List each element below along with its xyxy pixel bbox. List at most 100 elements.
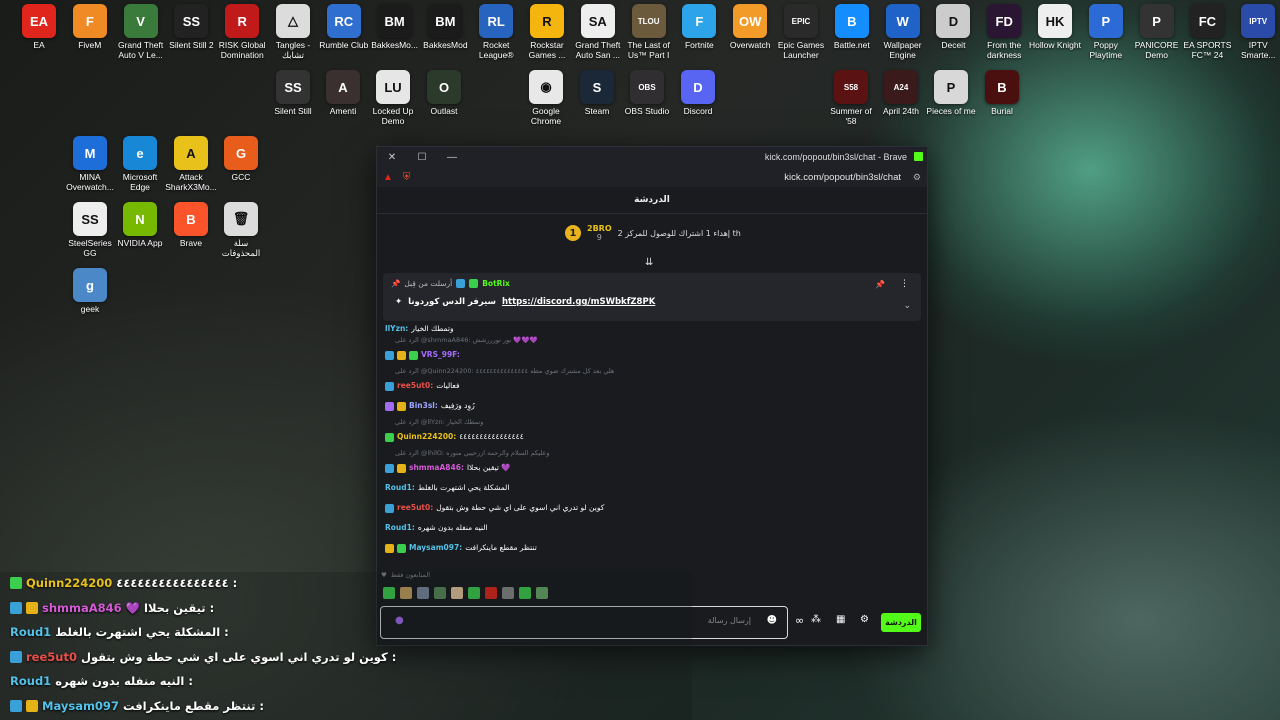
kick-points-icon[interactable]: ∞ [795, 614, 804, 627]
chat-username[interactable]: VRS_99F: [421, 350, 460, 360]
desktop-shortcut[interactable]: G GCC [214, 136, 268, 182]
chat-username[interactable]: Bin3sl: [409, 401, 438, 411]
desktop-shortcut[interactable]: g geek [63, 268, 117, 314]
chat-message[interactable]: llYzn: وتمطك الخيار [385, 323, 915, 334]
desktop-shortcut[interactable]: ◉ Google Chrome [519, 70, 573, 126]
desktop-shortcut[interactable]: OW Overwatch [723, 4, 777, 50]
desktop-shortcut[interactable]: M MINA Overwatch... [63, 136, 117, 192]
chevron-down-icon[interactable]: ⌄ [903, 301, 911, 311]
desktop-shortcut[interactable]: 🗑 سلة المحذوفات [214, 202, 268, 258]
desktop-shortcut-label: MINA Overwatch... [66, 172, 114, 192]
desktop-shortcut[interactable]: BM BakkesMod [418, 4, 472, 50]
collapse-arrow-icon[interactable]: ⇊ [645, 257, 653, 268]
emoji-picker-icon[interactable]: ☻ [767, 615, 777, 626]
badge-icon [385, 463, 394, 473]
desktop-shortcut[interactable]: HK Hollow Knight [1028, 4, 1082, 50]
desktop-shortcut[interactable]: F Fortnite [672, 4, 726, 50]
chat-username[interactable]: llYzn: [385, 324, 408, 334]
desktop-shortcut[interactable]: B Battle.net [825, 4, 879, 50]
desktop-shortcut[interactable]: D Discord [671, 70, 725, 116]
desktop-shortcut[interactable]: EA EA [12, 4, 66, 50]
desktop-shortcut[interactable]: SS Silent Still 2 [164, 4, 218, 50]
desktop-shortcut[interactable]: SS SteelSeries GG [63, 202, 117, 258]
desktop-shortcut[interactable]: △ Tangles - تشابك [266, 4, 320, 60]
chat-message[interactable]: Quinn224200: ٤٤٤٤٤٤٤٤٤٤٤٤٤٤٤٤ [385, 427, 915, 447]
chat-username[interactable]: Maysam097: [409, 543, 462, 553]
site-settings-icon[interactable]: ⚙ [913, 172, 921, 183]
chat-message[interactable]: VRS_99F: [385, 345, 915, 365]
gift-icon[interactable]: ▦ [836, 614, 845, 625]
goal-user: 2BRO [587, 224, 612, 233]
settings-icon[interactable]: ⚙ [860, 614, 869, 625]
desktop-shortcut[interactable]: e Microsoft Edge [113, 136, 167, 192]
desktop-shortcut-label: BakkesMod [423, 40, 468, 50]
desktop-shortcut[interactable]: RL Rocket League® [469, 4, 523, 60]
address-url[interactable]: kick.com/popout/bin3sl/chat [784, 172, 901, 183]
desktop-shortcut[interactable]: BM BakkesMo... [368, 4, 422, 50]
unpin-icon[interactable]: 📌 [875, 280, 885, 289]
poppy-icon: P [1088, 4, 1123, 38]
chat-text: المشكلة يحي اشتهرت بالغلط [417, 483, 510, 492]
chat-message[interactable]: Roud1: النيه منفله بدون شهره [385, 518, 915, 538]
chat-message[interactable]: shmmaA846: تيقين بحلاا 💜 [385, 458, 915, 478]
desktop-shortcut[interactable]: B Brave [164, 202, 218, 248]
desktop-shortcut[interactable]: LU Locked Up Demo [366, 70, 420, 126]
desktop-shortcut-label: Grand Theft Auto V Le... [117, 40, 164, 60]
more-options-icon[interactable]: ⋮ [900, 279, 909, 289]
address-bar[interactable]: ▲ ⛨ kick.com/popout/bin3sl/chat ⚙ [377, 167, 927, 187]
desktop-shortcut[interactable]: B Burial [975, 70, 1029, 116]
gift-goal-banner[interactable]: 1 2BRO 9 إهداء 1 اشتراك للوصول للمركز 2 … [565, 224, 741, 242]
chat-username[interactable]: Roud1: [385, 523, 415, 533]
desktop-shortcut[interactable]: F FiveM [63, 4, 117, 50]
desktop-shortcut[interactable]: A Attack SharkX3Mo... [164, 136, 218, 192]
chat-message[interactable]: Roud1: المشكلة يحي اشتهرت بالغلط [385, 478, 915, 498]
chat-message[interactable]: Bin3sl: رُوِد ورَفِيف [385, 396, 915, 416]
desktop-shortcut[interactable]: N NVIDIA App [113, 202, 167, 248]
send-chat-button[interactable]: الدردشة [881, 613, 921, 632]
desktop-shortcut[interactable]: EPIC Epic Games Launcher [774, 4, 828, 60]
desktop-shortcut[interactable]: S Steam [570, 70, 624, 116]
desktop-shortcut[interactable]: P PANICORE Demo [1130, 4, 1184, 60]
desktop-shortcut[interactable]: IPTV IPTV Smarte... [1231, 4, 1280, 60]
close-window-button[interactable]: ✕ [377, 152, 407, 163]
desktop-shortcut[interactable]: S58 Summer of '58 [824, 70, 878, 126]
desktop-shortcut[interactable]: A Amenti [316, 70, 370, 116]
minimize-window-button[interactable]: — [437, 152, 467, 163]
desktop-shortcut[interactable]: O Outlast [417, 70, 471, 116]
chat-username[interactable]: Quinn224200: [397, 432, 456, 442]
chat-username[interactable]: Roud1: [385, 483, 415, 493]
amenti-icon: A [326, 70, 360, 104]
chat-username[interactable]: shmmaA846: [409, 463, 464, 473]
desktop-shortcut[interactable]: A24 April 24th [874, 70, 928, 116]
chat-message[interactable]: ree5ut0: فعاليات [385, 376, 915, 396]
desktop-shortcut-label: Burial [991, 106, 1013, 116]
desktop-shortcut[interactable]: D Deceit [926, 4, 980, 50]
desktop-shortcut[interactable]: SS Silent Still [266, 70, 320, 116]
desktop-shortcut[interactable]: FD From the darkness [977, 4, 1031, 60]
pinned-author[interactable]: BotRix [482, 279, 510, 288]
desktop-shortcut[interactable]: R Rockstar Games ... [520, 4, 574, 60]
desktop-shortcut[interactable]: V Grand Theft Auto V Le... [114, 4, 168, 60]
desktop-shortcut[interactable]: OBS OBS Studio [620, 70, 674, 116]
badge-icon [385, 401, 394, 411]
chat-message[interactable]: ree5ut0: كوين لو تدري اني اسوي على اي شي … [385, 498, 915, 518]
desktop-shortcut[interactable]: SA Grand Theft Auto San ... [571, 4, 625, 60]
desktop-shortcut[interactable]: FC EA SPORTS FC™ 24 [1180, 4, 1234, 60]
pinned-link[interactable]: https://discord.gg/mSWbkfZ8PK [502, 297, 655, 307]
users-icon[interactable]: ⁂ [811, 614, 821, 625]
chat-message[interactable]: Maysam097: تنتظر مقطع ماينكرافت [385, 538, 915, 558]
desktop-shortcut[interactable]: RC Rumble Club [317, 4, 371, 50]
brave-shields-icon[interactable]: ⛨ [403, 172, 411, 183]
desktop-shortcut[interactable]: P Poppy Playtime [1079, 4, 1133, 60]
maximize-window-button[interactable]: ☐ [407, 152, 437, 163]
desktop-shortcut[interactable]: R RISK Global Domination [215, 4, 269, 60]
brave-rewards-icon[interactable]: ▲ [383, 172, 393, 183]
chat-username[interactable]: ree5ut0: [397, 381, 433, 391]
desktop-shortcut[interactable]: W Wallpaper Engine [876, 4, 930, 60]
desktop-shortcut[interactable]: P Pieces of me [924, 70, 978, 116]
burial-icon: B [985, 70, 1019, 104]
chat-text: النيه منفله بدون شهره [417, 523, 488, 532]
desktop-shortcut[interactable]: TLOU The Last of Us™ Part I [622, 4, 676, 60]
pinned-by-label: أرسلت من قِبل [404, 279, 453, 288]
chat-username[interactable]: ree5ut0: [397, 503, 433, 513]
